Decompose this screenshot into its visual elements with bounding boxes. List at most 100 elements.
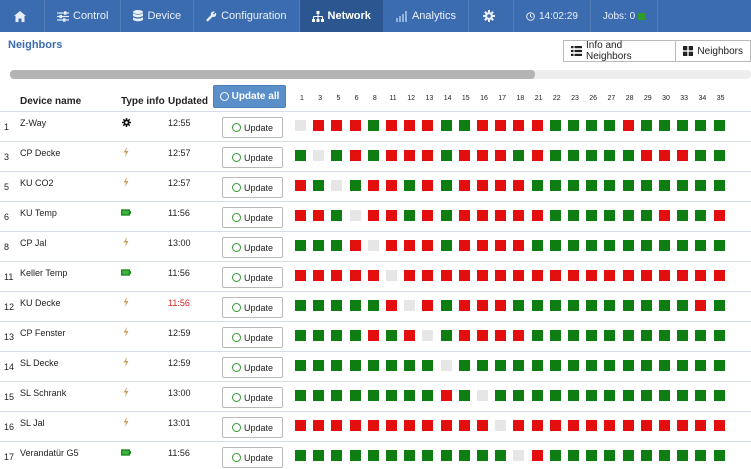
neighbor-cell-yes: [495, 390, 507, 401]
neighbor-cell-yes: [713, 240, 725, 251]
horizontal-scrollbar[interactable]: [10, 70, 751, 79]
neighbor-cell-no: [386, 180, 397, 191]
neighbor-cell-self: [404, 300, 416, 311]
mains-power-icon: [121, 387, 131, 397]
neighbor-cell-yes: [549, 360, 561, 371]
neighbor-cell-yes: [313, 300, 325, 311]
neighbors-label: Neighbors: [697, 45, 743, 57]
neighbor-cell-yes: [513, 360, 525, 371]
neighbor-cell-no: [604, 420, 616, 431]
neighbor-cell-yes: [531, 360, 543, 371]
top-navbar: Control Device Configuration Network Ana…: [0, 0, 751, 32]
neighbor-cell-yes: [586, 360, 598, 371]
neighbor-cell-no: [367, 210, 379, 221]
mains-power-icon: [121, 237, 131, 247]
neighbor-cell-no: [404, 330, 416, 341]
neighbor-cell-yes: [477, 360, 488, 371]
neighbor-cell-no: [295, 420, 306, 431]
neighbor-cell-yes: [440, 150, 452, 161]
neighbor-cell-no: [313, 120, 325, 131]
neighbor-cell-yes: [458, 360, 470, 371]
neighbor-cell-yes: [549, 180, 561, 191]
neighbor-cell-yes: [313, 330, 325, 341]
update-button[interactable]: Update: [222, 387, 283, 408]
nav-settings[interactable]: [469, 0, 514, 32]
neighbor-cell-yes: [422, 390, 434, 401]
neighbor-cell-no: [458, 150, 470, 161]
neighbor-cell-no: [477, 180, 488, 191]
update-all-label: Update all: [231, 91, 280, 102]
node-id: 14: [4, 362, 15, 372]
mains-power-icon: [121, 177, 131, 187]
update-button[interactable]: Update: [222, 237, 283, 258]
neighbor-cell-no: [458, 270, 470, 281]
neighbor-cell-yes: [331, 240, 343, 251]
neighbors-button[interactable]: Neighbors: [676, 40, 751, 62]
update-all-button[interactable]: Update all: [213, 85, 286, 108]
neighbor-cell-yes: [695, 360, 707, 371]
update-button[interactable]: Update: [222, 117, 283, 138]
neighbor-cell-no: [659, 420, 670, 431]
neighbor-cell-yes: [386, 390, 397, 401]
neighbor-cell-yes: [586, 300, 598, 311]
neighbor-cell-no: [404, 420, 416, 431]
neighbor-cell-no: [513, 210, 525, 221]
nav-jobs[interactable]: Jobs: 0: [591, 0, 659, 32]
neighbor-cell-yes: [495, 360, 507, 371]
nav-configuration[interactable]: Configuration: [194, 0, 300, 32]
neighbor-cell-no: [477, 420, 488, 431]
neighbor-cell-yes: [695, 150, 707, 161]
neighbor-cell-yes: [440, 300, 452, 311]
neighbor-cell-no: [295, 180, 306, 191]
neighbor-cell-yes: [622, 240, 634, 251]
mains-power-icon: [121, 297, 131, 307]
update-button[interactable]: Update: [222, 267, 283, 288]
scrollbar-thumb[interactable]: [10, 70, 535, 79]
neighbor-cell-yes: [404, 180, 416, 191]
nav-network[interactable]: Network: [299, 0, 384, 32]
update-button[interactable]: Update: [222, 447, 283, 468]
neighbor-cell-no: [295, 270, 306, 281]
neighbor-cell-no: [349, 420, 361, 431]
table-row: 5 KU CO2 12:57 Update: [0, 171, 751, 201]
update-label: Update: [243, 302, 274, 313]
nav-analytics[interactable]: Analytics: [384, 0, 469, 32]
refresh-icon: [231, 183, 241, 192]
neighbor-cell-yes: [295, 450, 306, 461]
update-button[interactable]: Update: [222, 297, 283, 318]
neighbor-cell-yes: [568, 450, 579, 461]
neighbor-cell-no: [295, 210, 306, 221]
list-icon: [571, 46, 582, 56]
update-button[interactable]: Update: [222, 417, 283, 438]
neighbor-cell-no: [422, 300, 434, 311]
neighbor-cell-no: [531, 420, 543, 431]
update-label: Update: [243, 362, 274, 373]
neighbor-cell-yes: [604, 120, 616, 131]
neighbor-cell-no: [713, 210, 725, 221]
neighbor-cell-yes: [440, 180, 452, 191]
info-and-neighbors-button[interactable]: Info and Neighbors: [563, 40, 677, 62]
update-button[interactable]: Update: [222, 327, 283, 348]
neighbor-cell-no: [477, 300, 488, 311]
neighbor-cell-self: [422, 330, 434, 341]
update-button[interactable]: Update: [222, 177, 283, 198]
controller-gear-icon: [121, 117, 131, 127]
nav-device[interactable]: Device: [121, 0, 195, 32]
neighbor-cell-no: [386, 120, 397, 131]
update-button[interactable]: Update: [222, 207, 283, 228]
neighbor-cell-yes: [404, 390, 416, 401]
neighbor-cell-yes: [313, 180, 325, 191]
table-row: 12 KU Decke 11:56 Update: [0, 291, 751, 321]
neighbor-cell-no: [695, 300, 707, 311]
neighbor-cell-no: [586, 270, 598, 281]
neighbor-cell-yes: [458, 390, 470, 401]
update-label: Update: [243, 452, 274, 463]
neighbor-cell-yes: [713, 390, 725, 401]
neighbor-cell-yes: [695, 240, 707, 251]
update-button[interactable]: Update: [222, 147, 283, 168]
neighbor-cell-yes: [604, 150, 616, 161]
update-button[interactable]: Update: [222, 357, 283, 378]
nav-home[interactable]: [0, 0, 45, 32]
nav-control[interactable]: Control: [45, 0, 122, 32]
updated-time: 11:56: [168, 298, 190, 308]
